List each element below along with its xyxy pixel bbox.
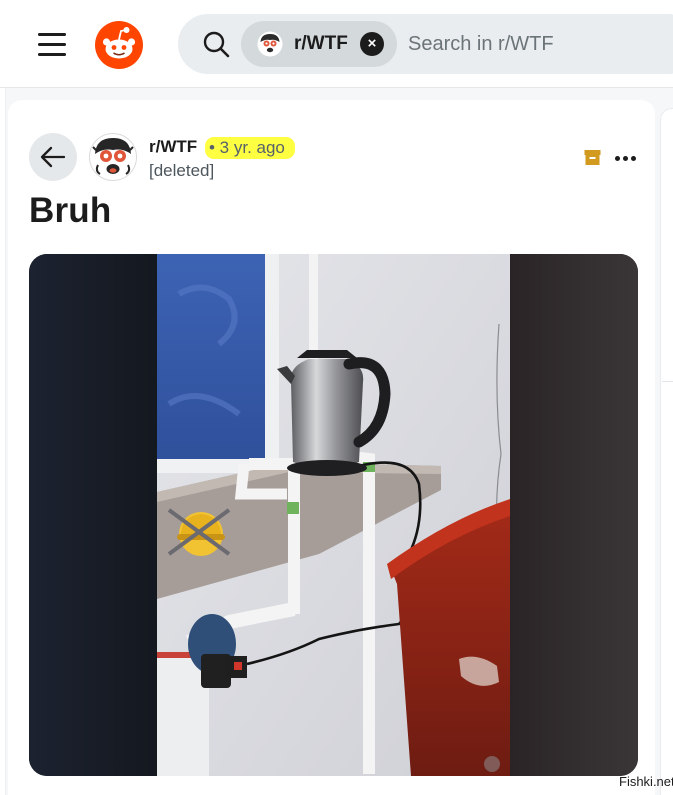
subreddit-avatar-icon bbox=[257, 31, 283, 57]
search-icon bbox=[203, 31, 230, 58]
hamburger-menu-button[interactable] bbox=[30, 26, 74, 62]
subreddit-filter-chip[interactable]: r/WTF × bbox=[241, 21, 397, 67]
left-edge bbox=[0, 88, 6, 795]
back-button[interactable] bbox=[29, 133, 77, 181]
watermark: Fishki.net bbox=[619, 774, 673, 789]
search-bar[interactable]: r/WTF × bbox=[178, 14, 673, 74]
menu-line bbox=[38, 52, 66, 56]
close-icon[interactable]: × bbox=[360, 32, 384, 56]
menu-line bbox=[38, 42, 66, 46]
dot bbox=[622, 155, 628, 161]
dot bbox=[630, 155, 636, 161]
chip-label: r/WTF bbox=[294, 33, 348, 54]
post-image[interactable] bbox=[29, 254, 638, 776]
sidebar-divider bbox=[662, 381, 673, 382]
post-image-content bbox=[29, 254, 638, 776]
more-options-button[interactable] bbox=[612, 148, 638, 168]
reddit-logo-icon[interactable] bbox=[94, 20, 144, 70]
search-input[interactable] bbox=[408, 30, 673, 58]
post-author[interactable]: [deleted] bbox=[149, 161, 214, 181]
right-sidebar bbox=[660, 108, 673, 795]
subreddit-name[interactable]: r/WTF bbox=[149, 137, 197, 157]
menu-line bbox=[38, 32, 66, 36]
back-arrow-icon bbox=[40, 146, 66, 168]
post-title: Bruh bbox=[29, 191, 112, 230]
subreddit-avatar[interactable] bbox=[89, 133, 137, 181]
top-bar: r/WTF × bbox=[0, 0, 673, 88]
archive-icon bbox=[584, 150, 601, 165]
dot bbox=[614, 155, 620, 161]
post-age: • 3 yr. ago bbox=[205, 137, 295, 159]
